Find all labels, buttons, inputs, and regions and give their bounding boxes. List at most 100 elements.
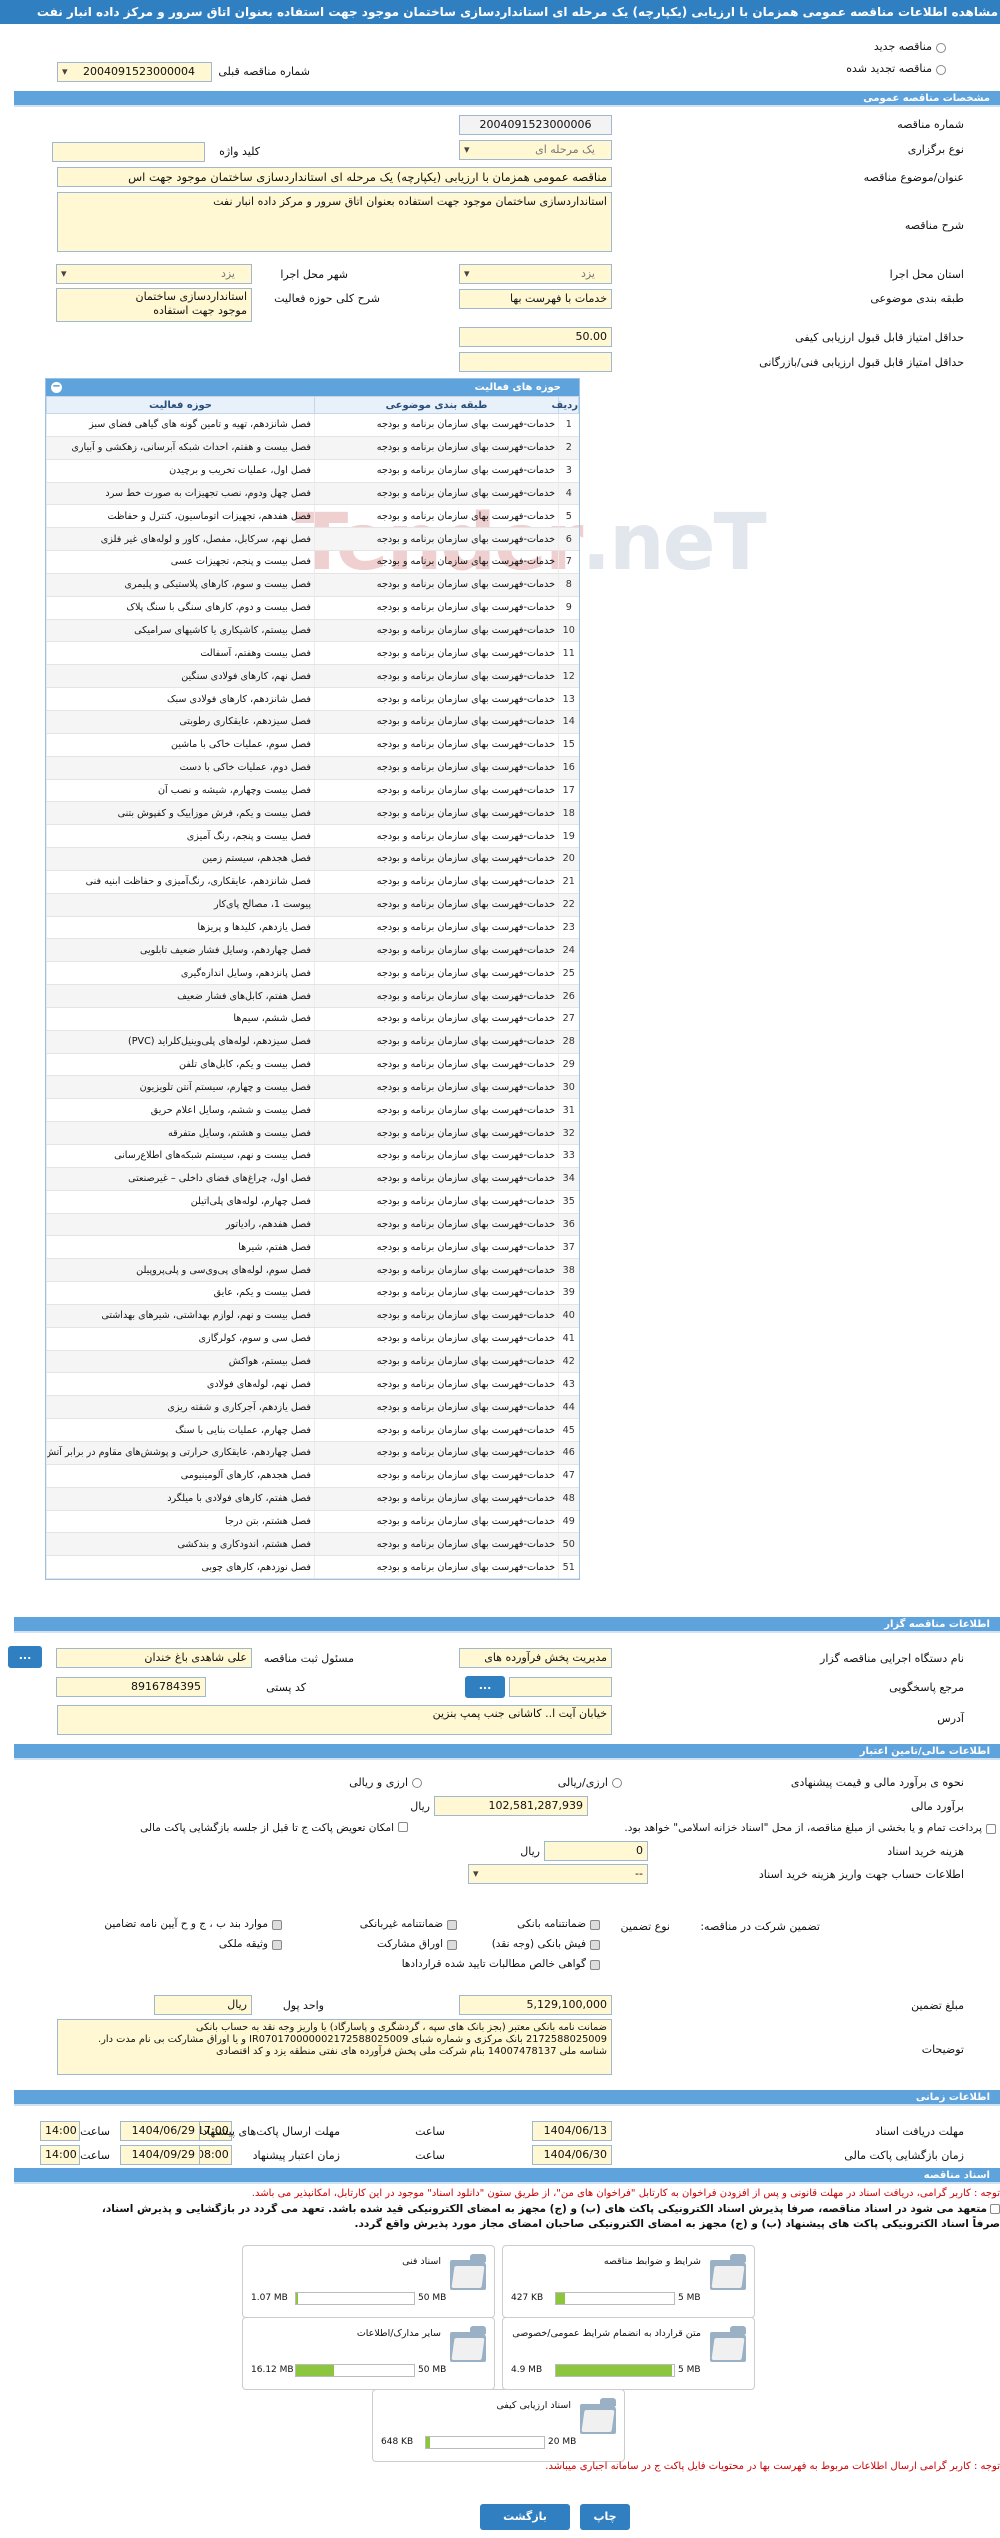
documents-section-header: اسناد مناقصه	[14, 2168, 1000, 2184]
row-field: فصل بیستم، کاشیکاری یا کاشیهای سرامیکی	[46, 619, 315, 643]
document-size-bar	[555, 2364, 675, 2377]
row-number: 18	[558, 801, 579, 826]
row-category: خدمات-فهرست بهای سازمان برنامه و بودجه	[314, 619, 559, 643]
device-label: نام دستگاه اجرایی مناقصه گزار	[820, 1652, 964, 1665]
folder-icon	[710, 2326, 746, 2362]
guarantee-bylaw-checkbox[interactable]	[272, 1920, 282, 1930]
row-number: 30	[558, 1075, 579, 1100]
row-category: خدمات-فهرست بهای سازمان برنامه و بودجه	[314, 1167, 559, 1191]
table-row: 10 خدمات-فهرست بهای سازمان برنامه و بودجه…	[46, 619, 579, 643]
table-row: 29 خدمات-فهرست بهای سازمان برنامه و بودجه…	[46, 1053, 579, 1077]
validity-time-field: 14:00	[40, 2145, 80, 2165]
page-title: مشاهده اطلاعات مناقصه عمومی همزمان با ار…	[0, 0, 1000, 24]
guarantee-bonds-checkbox[interactable]	[447, 1940, 457, 1950]
row-category: خدمات-فهرست بهای سازمان برنامه و بودجه	[314, 1510, 559, 1534]
type-select[interactable]: یک مرحله ای	[459, 140, 612, 160]
row-category: خدمات-فهرست بهای سازمان برنامه و بودجه	[314, 1327, 559, 1351]
previous-number-select[interactable]: 2004091523000004	[57, 62, 212, 82]
document-file[interactable]: متن قرارداد به انضمام شرایط عمومی/خصوصی 5…	[502, 2317, 755, 2390]
document-file[interactable]: سایر مدارک/اطلاعات 50 MB 16.12 MB	[242, 2317, 495, 2390]
subject-field[interactable]: مناقصه عمومی همزمان با ارزیابی (یکپارچه)…	[57, 167, 612, 187]
document-file[interactable]: اسناد ارزیابی کیفی 20 MB 648 KB	[372, 2389, 625, 2462]
row-number: 33	[558, 1144, 579, 1168]
row-field: فصل هفتم، شیرها	[46, 1235, 315, 1260]
row-category: خدمات-فهرست بهای سازمان برنامه و بودجه	[314, 550, 559, 574]
row-field: فصل بیست و یکم، کابل‌های تلفن	[46, 1053, 315, 1077]
print-button[interactable]: چاپ	[580, 2504, 630, 2530]
postal-field: 8916784395	[56, 1677, 206, 1697]
row-number: 21	[558, 870, 579, 894]
document-max-size: 20 MB	[548, 2437, 577, 2447]
fx-radio[interactable]	[412, 1778, 422, 1788]
description-field[interactable]: استانداردسازی ساختمان موجود جهت استفاده …	[57, 192, 612, 252]
city-select[interactable]: یزد	[56, 264, 252, 284]
row-category: خدمات-فهرست بهای سازمان برنامه و بودجه	[314, 482, 559, 506]
guarantee-bank-checkbox[interactable]	[590, 1920, 600, 1930]
activity-panel-title: حوزه های فعالیت	[474, 382, 561, 393]
row-field: فصل چهاردهم، عایقکاری حرارتی و پوشش‌های …	[46, 1441, 315, 1465]
row-field: فصل بیست و پنجم، رنگ آمیزی	[46, 824, 315, 849]
row-number: 14	[558, 710, 579, 734]
send-date-field: 1404/06/29	[120, 2121, 200, 2141]
payment-label: پرداخت تمام و یا بخشی از مبلغ مناقصه، از…	[624, 1822, 982, 1834]
activity-table: ردیف طبقه بندی موضوعی حوزه فعالیت 1 خدمات…	[46, 396, 579, 1580]
row-category: خدمات-فهرست بهای سازمان برنامه و بودجه	[314, 1235, 559, 1260]
row-field: فصل بیستم، هواکش	[46, 1350, 315, 1374]
account-select[interactable]: --	[468, 1864, 648, 1884]
guarantee-property-checkbox[interactable]	[272, 1940, 282, 1950]
document-name: شرایط و ضوابط مناقصه	[603, 2256, 701, 2267]
table-row: 46 خدمات-فهرست بهای سازمان برنامه و بودجه…	[46, 1441, 579, 1465]
guarantee-cash-checkbox[interactable]	[590, 1940, 600, 1950]
province-select[interactable]: یزد	[459, 264, 612, 284]
table-row: 22 خدمات-فهرست بهای سازمان برنامه و بودجه…	[46, 893, 579, 917]
account-value: --	[635, 1867, 643, 1880]
province-label: استان محل اجرا	[889, 268, 964, 281]
row-number: 48	[558, 1487, 579, 1511]
row-field: فصل یازدهم، آجرکاری و شفته ریزی	[46, 1395, 315, 1420]
renewed-tender-radio[interactable]	[936, 65, 946, 75]
table-row: 19 خدمات-فهرست بهای سازمان برنامه و بودجه…	[46, 824, 579, 849]
row-number: 51	[558, 1555, 579, 1580]
address-field: خیابان آیت ا.. کاشانی جنب پمپ بنزین	[57, 1705, 612, 1735]
reference-field[interactable]	[509, 1677, 612, 1697]
commitment-checkbox[interactable]	[990, 2204, 1000, 2214]
row-category: خدمات-فهرست بهای سازمان برنامه و بودجه	[314, 1213, 559, 1237]
row-field: فصل بیست و ششم، وسایل اعلام حریق	[46, 1098, 315, 1123]
row-category: خدمات-فهرست بهای سازمان برنامه و بودجه	[314, 1098, 559, 1123]
payment-checkbox[interactable]	[986, 1824, 996, 1834]
scope-list[interactable]: استانداردسازی ساختمان موجود جهت استفاده	[56, 288, 252, 322]
reference-lookup-button[interactable]: ...	[465, 1676, 505, 1698]
notes-field[interactable]: ضمانت نامه بانکی معتبر (بجز بانک های سپه…	[57, 2019, 612, 2075]
row-number: 20	[558, 847, 579, 871]
table-row: 7 خدمات-فهرست بهای سازمان برنامه و بودجه ف…	[46, 550, 579, 574]
collapse-icon[interactable]: −	[51, 382, 62, 393]
compensation-label: امکان تعویض پاکت ج تا قبل از جلسه بازگشا…	[140, 1822, 394, 1834]
guarantee-nonbank-checkbox[interactable]	[447, 1920, 457, 1930]
row-number: 12	[558, 664, 579, 689]
guarantee-nonbank-label: ضمانتنامه غیربانکی	[359, 1918, 443, 1930]
document-file[interactable]: اسناد فنی 50 MB 1.07 MB	[242, 2245, 495, 2318]
row-field: فصل بیست وچهارم، شیشه و نصب آن	[46, 779, 315, 803]
guarantee-claims-checkbox[interactable]	[590, 1960, 600, 1970]
row-number: 38	[558, 1258, 579, 1283]
document-file[interactable]: شرایط و ضوابط مناقصه 5 MB 427 KB	[502, 2245, 755, 2318]
back-button[interactable]: بازگشت	[480, 2504, 570, 2530]
document-size-bar	[295, 2292, 415, 2305]
row-number: 40	[558, 1304, 579, 1328]
row-category: خدمات-فهرست بهای سازمان برنامه و بودجه	[314, 916, 559, 940]
table-row: 30 خدمات-فهرست بهای سازمان برنامه و بودجه…	[46, 1075, 579, 1100]
table-row: 36 خدمات-فهرست بهای سازمان برنامه و بودجه…	[46, 1213, 579, 1237]
document-size: 427 KB	[511, 2293, 544, 2303]
device-field: مدیریت پخش فرآورده های	[459, 1648, 612, 1668]
row-number: 3	[558, 459, 579, 483]
new-tender-radio[interactable]	[936, 43, 946, 53]
document-size-bar	[555, 2292, 675, 2305]
compensation-checkbox[interactable]	[398, 1822, 408, 1832]
scope-line-1: استانداردسازی ساختمان	[135, 290, 247, 303]
rial-radio[interactable]	[612, 1778, 622, 1788]
keyword-field[interactable]	[52, 142, 205, 162]
commitment-line-1: متعهد می شود در اسناد مناقصه، صرفاً پذیر…	[0, 2203, 1000, 2215]
city-label: شهر محل اجرا	[280, 268, 348, 281]
row-category: خدمات-فهرست بهای سازمان برنامه و بودجه	[314, 527, 559, 552]
registrar-more-button[interactable]: ...	[8, 1646, 42, 1668]
